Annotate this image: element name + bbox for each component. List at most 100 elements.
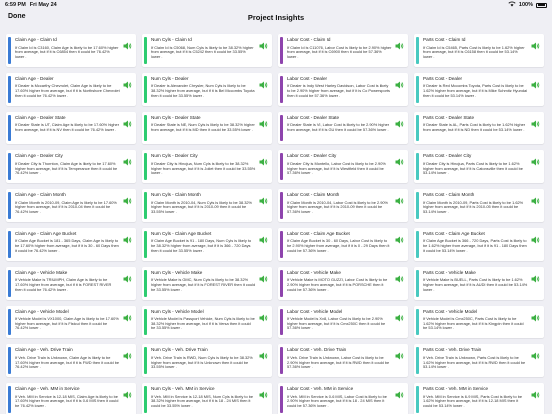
insight-card[interactable]: Parts Cost - Vehicle Model If Vehicle Mod… [414,305,544,339]
speaker-icon[interactable] [395,115,404,128]
speaker-icon[interactable] [395,386,404,399]
speaker-icon[interactable] [395,231,404,244]
insight-card[interactable]: Claim Age - Vehicle Model If Vehicle Mode… [6,305,136,339]
speaker-icon[interactable] [395,270,404,283]
insight-card[interactable]: Claim Age - Veh. Drive Train If Veh. Driv… [6,344,136,378]
card-insight-text: If Dealer State is VI, Labor Cost is lik… [287,123,390,132]
insight-card[interactable]: Parts Cost - Claim Month If Claim Month i… [414,189,544,222]
speaker-icon[interactable] [395,347,404,360]
speaker-icon[interactable] [259,309,268,322]
insight-card[interactable]: Parts Cost - Vehicle Make If Vehicle Make… [414,266,544,300]
insight-card[interactable]: Labor Cost - Vehicle Make If Vehicle Make… [278,266,408,300]
speaker-icon[interactable] [395,153,404,166]
card-accent-bar [416,192,419,219]
insight-card[interactable]: Num Cyls - Claim Age Bucket If Claim Age … [142,227,272,261]
insight-card[interactable]: Claim Age - Dealer State If Dealer State … [6,111,136,145]
card-title: Parts Cost - Vehicle Model [423,308,478,314]
speaker-icon[interactable] [123,37,132,50]
card-accent-bar [144,114,147,142]
speaker-icon[interactable] [531,192,540,205]
speaker-icon[interactable] [259,270,268,283]
speaker-icon[interactable] [395,76,404,89]
insight-card[interactable]: Num Cyls - Claim Id If Claim Id is C5068,… [142,34,272,67]
speaker-icon[interactable] [259,153,268,166]
insight-card[interactable]: Labor Cost - Veh. MM in Service If Veh. M… [278,383,408,414]
speaker-icon[interactable] [123,192,132,205]
insights-grid: Claim Age - Claim Id If Claim Id is C3160… [6,34,546,414]
speaker-icon[interactable] [395,192,404,205]
insight-card[interactable]: Labor Cost - Vehicle Model If Vehicle Mod… [278,305,408,339]
speaker-icon[interactable] [259,192,268,205]
speaker-icon[interactable] [531,270,540,283]
speaker-icon[interactable] [259,231,268,244]
speaker-icon[interactable] [531,37,540,50]
speaker-icon[interactable] [531,76,540,89]
card-accent-bar [144,153,147,181]
speaker-icon[interactable] [123,231,132,244]
insight-card[interactable]: Claim Age - Claim Month If Claim Month is… [6,189,136,222]
card-title: Num Cyls - Dealer [151,75,189,81]
insight-card[interactable]: Parts Cost - Claim Id If Claim Id is C546… [414,34,544,67]
speaker-icon[interactable] [259,347,268,360]
insight-card[interactable]: Parts Cost - Dealer State If Dealer State… [414,111,544,145]
speaker-icon[interactable] [259,76,268,89]
speaker-icon[interactable] [395,309,404,322]
card-accent-bar [144,386,147,413]
card-accent-bar [144,230,147,258]
speaker-icon[interactable] [123,76,132,89]
insight-card[interactable]: Claim Age - Dealer City If Dealer City is… [6,150,136,184]
insight-card[interactable]: Num Cyls - Claim Month If Claim Month is … [142,189,272,222]
insight-card[interactable]: Parts Cost - Dealer City If Dealer City i… [414,150,544,184]
card-accent-bar [280,75,283,103]
speaker-icon[interactable] [123,115,132,128]
card-insight-text: If Vehicle Make is TRIUMPH, Claim Age is… [15,278,112,292]
insight-card[interactable]: Parts Cost - Veh. Drive Train If Veh. Dri… [414,344,544,378]
insight-card[interactable]: Num Cyls - Veh. Drive Train If Veh. Drive… [142,344,272,378]
status-date: Fri May 24 [29,2,57,8]
insight-card[interactable]: Claim Age - Claim Age Bucket If Claim Age… [6,227,136,261]
insight-card[interactable]: Claim Age - Veh. MM in Service If Veh. MM… [6,383,136,414]
speaker-icon[interactable] [123,347,132,360]
card-accent-bar [8,192,11,219]
speaker-icon[interactable] [531,386,540,399]
insight-card[interactable]: Num Cyls - Dealer State If Dealer State i… [142,111,272,145]
card-insight-text: If Veh. MM in Service is 12-18 MIS, Clai… [15,394,119,409]
speaker-icon[interactable] [123,153,132,166]
speaker-icon[interactable] [123,309,132,322]
speaker-icon[interactable] [531,347,540,360]
insight-card[interactable]: Labor Cost - Claim Age Bucket If Claim Ag… [278,227,408,261]
insight-card[interactable]: Num Cyls - Dealer City If Dealer City is … [142,150,272,184]
speaker-icon[interactable] [123,386,132,399]
card-title: Parts Cost - Dealer State [423,114,475,120]
insight-card[interactable]: Labor Cost - Dealer If Dealer is Indy Wes… [278,72,408,106]
insight-card[interactable]: Labor Cost - Dealer State If Dealer State… [278,111,408,145]
card-accent-bar [416,308,419,336]
speaker-icon[interactable] [531,115,540,128]
insight-card[interactable]: Claim Age - Dealer If Dealer is Mccarthy … [6,72,136,106]
card-title: Labor Cost - Vehicle Model [287,308,343,314]
insight-card[interactable]: Claim Age - Vehicle Make If Vehicle Make … [6,266,136,300]
insight-card[interactable]: Labor Cost - Dealer City If Dealer City i… [278,150,408,184]
card-accent-bar [280,230,283,258]
insight-card[interactable]: Parts Cost - Dealer If Dealer is Red Mcco… [414,72,544,106]
insight-card[interactable]: Claim Age - Claim Id If Claim Id is C3160… [6,34,136,67]
card-accent-bar [8,269,11,297]
speaker-icon[interactable] [531,231,540,244]
speaker-icon[interactable] [259,386,268,399]
speaker-icon[interactable] [531,153,540,166]
speaker-icon[interactable] [531,309,540,322]
insight-card[interactable]: Num Cyls - Veh. MM in Service If Veh. MM … [142,383,272,414]
insight-card[interactable]: Parts Cost - Veh. MM in Service If Veh. M… [414,383,544,414]
insight-card[interactable]: Labor Cost - Claim Month If Claim Month i… [278,189,408,222]
insight-card[interactable]: Parts Cost - Claim Age Bucket If Claim Ag… [414,227,544,261]
speaker-icon[interactable] [395,37,404,50]
speaker-icon[interactable] [259,37,268,50]
speaker-icon[interactable] [259,115,268,128]
insight-card[interactable]: Labor Cost - Veh. Drive Train If Veh. Dri… [278,344,408,378]
insight-card[interactable]: Num Cyls - Vehicle Make If Vehicle Make i… [142,266,272,300]
speaker-icon[interactable] [123,270,132,283]
insight-card[interactable]: Num Cyls - Vehicle Model If Vehicle Model… [142,305,272,339]
insight-card[interactable]: Labor Cost - Claim Id If Claim Id is C110… [278,34,408,67]
card-title: Parts Cost - Claim Id [423,37,466,42]
insight-card[interactable]: Num Cyls - Dealer If Dealer is Alexander … [142,72,272,106]
